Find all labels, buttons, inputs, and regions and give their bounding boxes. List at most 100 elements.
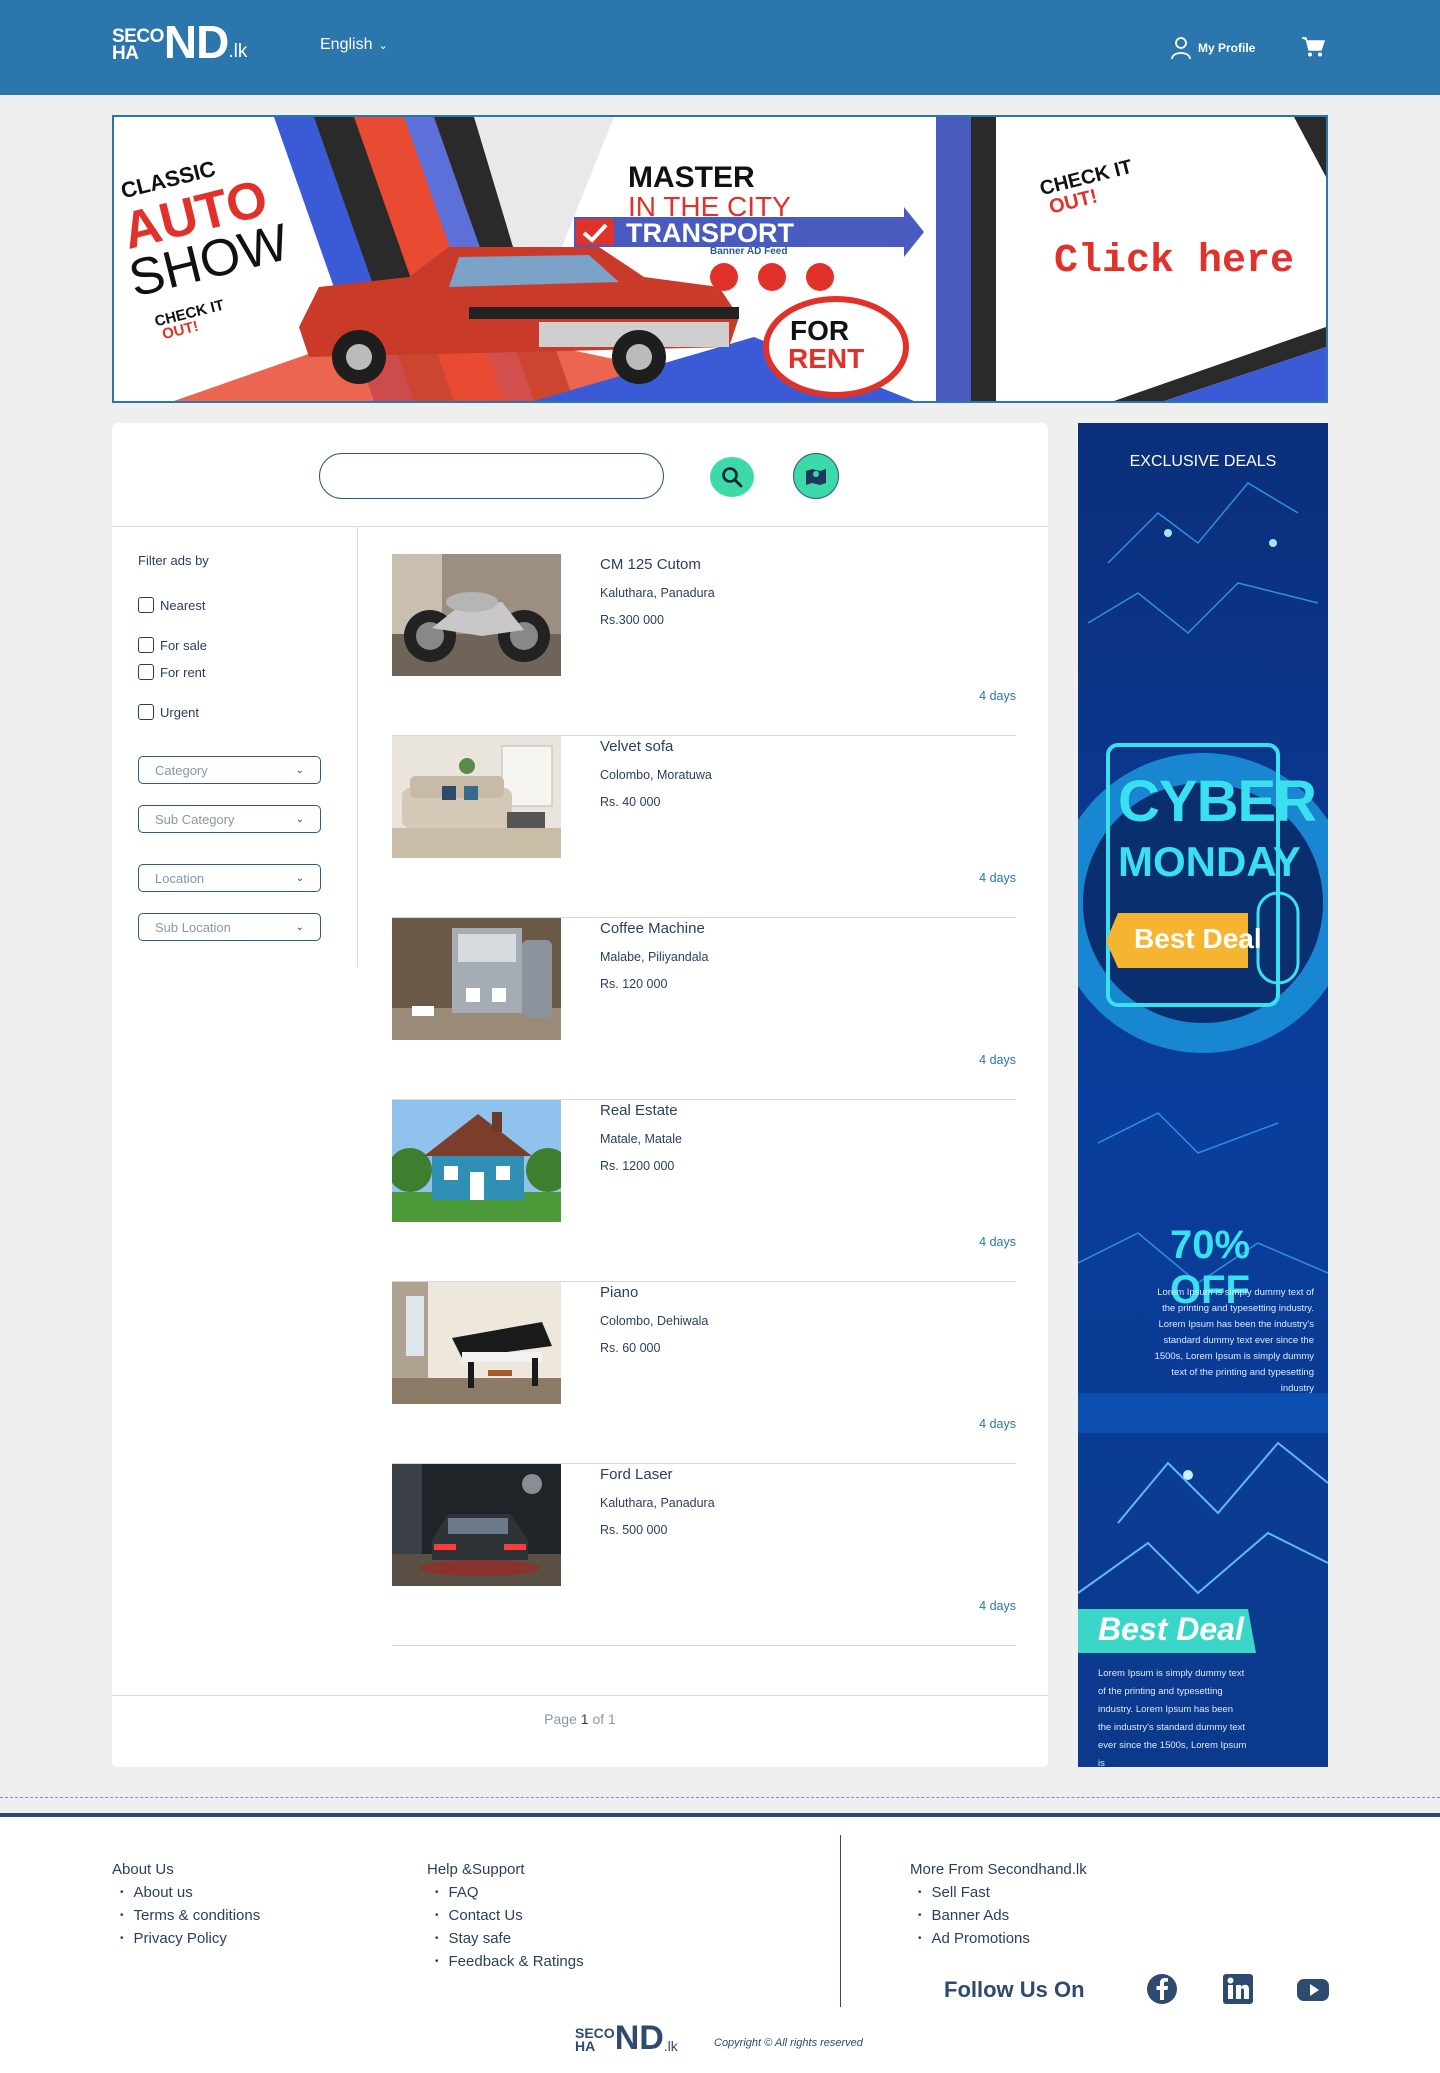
sub-category-select[interactable]: Sub Category ⌄ <box>138 805 321 833</box>
select-label: Location <box>155 870 205 886</box>
listing-age: 4 days <box>979 1417 1016 1431</box>
banner-feed-label: Banner AD Feed <box>710 246 788 257</box>
footer-link-feedback[interactable]: Feedback & Ratings <box>427 1953 584 1970</box>
side-best-deal: Best Deal <box>1134 923 1262 954</box>
language-selector[interactable]: English ⌄ <box>320 36 388 54</box>
footer-link-about-us[interactable]: About us <box>112 1884 260 1901</box>
filter-for-rent[interactable]: For rent <box>138 664 206 680</box>
user-icon <box>1171 37 1191 60</box>
linkedin-link[interactable] <box>1222 1973 1254 2005</box>
logo-bottom: HA <box>575 2038 596 2054</box>
listing-age: 4 days <box>979 1235 1016 1249</box>
listing-title[interactable]: Real Estate <box>600 1102 678 1119</box>
footer-logo[interactable]: SECO HA ND .lk <box>575 2019 678 2057</box>
side-cyber: CYBER <box>1118 769 1317 834</box>
pager-total: 1 <box>608 1711 616 1727</box>
facebook-link[interactable] <box>1146 1973 1178 2005</box>
search-input[interactable] <box>319 453 754 499</box>
youtube-link[interactable] <box>1296 1973 1330 2005</box>
listing-item[interactable]: Piano Colombo, Dehiwala Rs. 60 000 4 day… <box>392 1282 1016 1464</box>
footer-link-privacy[interactable]: Privacy Policy <box>112 1930 260 1947</box>
footer-link-stay-safe[interactable]: Stay safe <box>427 1930 584 1947</box>
side-banner-ad[interactable]: EXCLUSIVE DEALS CYBER MONDAY Best Deal 7… <box>1078 423 1328 1767</box>
banner-transport: TRANSPORT <box>626 218 794 248</box>
listing-image-coffee-machine[interactable] <box>392 918 561 1040</box>
side-lorem-1: Lorem Ipsum is simply dummy text of the … <box>1154 1287 1314 1394</box>
chevron-down-icon: ⌄ <box>295 921 304 933</box>
listing-title[interactable]: Coffee Machine <box>600 920 705 937</box>
footer-link-sell-fast[interactable]: Sell Fast <box>910 1884 1087 1901</box>
select-label: Category <box>155 762 208 778</box>
listing-image-motorcycle[interactable] <box>392 554 561 676</box>
cart-button[interactable] <box>1301 36 1326 63</box>
site-logo[interactable]: SECO HA ND .lk <box>112 19 248 65</box>
pagination: Page 1 of 1 <box>112 1711 1048 1727</box>
logo-big: ND <box>614 2019 664 2057</box>
listing-price: Rs. 60 000 <box>600 1341 661 1355</box>
side-lorem-2: Lorem Ipsum is simply dummy text of the … <box>1098 1668 1247 1767</box>
logo-suffix: .lk <box>228 41 248 62</box>
site-footer: About Us About us Terms & conditions Pri… <box>0 1817 1440 2073</box>
listing-title[interactable]: Velvet sofa <box>600 738 673 755</box>
footer-link-ad-promotions[interactable]: Ad Promotions <box>910 1930 1087 1947</box>
checkbox[interactable] <box>138 597 154 613</box>
listing-price: Rs. 120 000 <box>600 977 668 991</box>
filter-nearest[interactable]: Nearest <box>138 597 206 613</box>
search-icon <box>722 467 743 488</box>
listing-title[interactable]: CM 125 Cutom <box>600 556 701 573</box>
logo-suffix: .lk <box>663 2038 678 2054</box>
listings-panel: Filter ads by Nearest For sale For rent … <box>112 423 1048 1767</box>
listing-location: Kaluthara, Panadura <box>600 586 715 600</box>
footer-link-faq[interactable]: FAQ <box>427 1884 584 1901</box>
chevron-down-icon: ⌄ <box>378 39 388 52</box>
listing-location: Colombo, Moratuwa <box>600 768 712 782</box>
listing-item[interactable]: Velvet sofa Colombo, Moratuwa Rs. 40 000… <box>392 736 1016 918</box>
select-label: Sub Location <box>155 919 231 935</box>
map-icon <box>806 469 826 485</box>
follow-us-label: Follow Us On <box>944 1977 1085 2002</box>
footer-col-more: More From Secondhand.lk Sell Fast Banner… <box>910 1861 1087 1953</box>
footer-col-title: More From Secondhand.lk <box>910 1861 1087 1878</box>
copyright-text: Copyright © All rights reserved <box>714 2037 863 2049</box>
footer-col-title: About Us <box>112 1861 174 1878</box>
footer-link-contact[interactable]: Contact Us <box>427 1907 584 1924</box>
listing-item[interactable]: Ford Laser Kaluthara, Panadura Rs. 500 0… <box>392 1464 1016 1646</box>
map-search-button[interactable] <box>793 453 839 499</box>
listing-age: 4 days <box>979 689 1016 703</box>
select-label: Sub Category <box>155 811 235 827</box>
listing-item[interactable]: CM 125 Cutom Kaluthara, Panadura Rs.300 … <box>392 554 1016 736</box>
listing-title[interactable]: Piano <box>600 1284 638 1301</box>
location-select[interactable]: Location ⌄ <box>138 864 321 892</box>
filter-sidebar: Filter ads by Nearest For sale For rent … <box>112 527 358 967</box>
banner-click-here[interactable]: Click here <box>1054 239 1294 284</box>
pager-current[interactable]: 1 <box>581 1711 589 1727</box>
checkbox[interactable] <box>138 704 154 720</box>
top-banner-ad[interactable]: CLASSIC AUTO SHOW CHECK IT OUT! MASTER I… <box>112 115 1328 403</box>
listing-image-sofa[interactable] <box>392 736 561 858</box>
logo-bottom: HA <box>112 43 139 64</box>
pager-divider <box>112 1695 1048 1696</box>
listing-item[interactable]: Coffee Machine Malabe, Piliyandala Rs. 1… <box>392 918 1016 1100</box>
my-profile-link[interactable]: My Profile <box>1170 36 1255 60</box>
filter-label: Urgent <box>160 704 200 720</box>
listing-image-car[interactable] <box>392 1464 561 1586</box>
listing-image-piano[interactable] <box>392 1282 561 1404</box>
listing-price: Rs.300 000 <box>600 613 664 627</box>
footer-link-banner-ads[interactable]: Banner Ads <box>910 1907 1087 1924</box>
filter-urgent[interactable]: Urgent <box>138 704 199 720</box>
checkbox[interactable] <box>138 637 154 653</box>
listing-title[interactable]: Ford Laser <box>600 1466 673 1483</box>
listing-location: Malabe, Piliyandala <box>600 950 709 964</box>
category-select[interactable]: Category ⌄ <box>138 756 321 784</box>
footer-link-terms[interactable]: Terms & conditions <box>112 1907 261 1924</box>
checkbox[interactable] <box>138 664 154 680</box>
listing-item[interactable]: Real Estate Matale, Matale Rs. 1200 000 … <box>392 1100 1016 1282</box>
footer-col-about: About Us About us Terms & conditions Pri… <box>112 1861 260 1953</box>
footer-vertical-divider <box>840 1835 841 2007</box>
sub-location-select[interactable]: Sub Location ⌄ <box>138 913 321 941</box>
search-button[interactable] <box>710 457 754 497</box>
banner-for-rent1: FOR <box>790 315 850 346</box>
filter-label: Nearest <box>160 597 206 613</box>
listing-image-house[interactable] <box>392 1100 561 1222</box>
filter-for-sale[interactable]: For sale <box>138 637 207 653</box>
